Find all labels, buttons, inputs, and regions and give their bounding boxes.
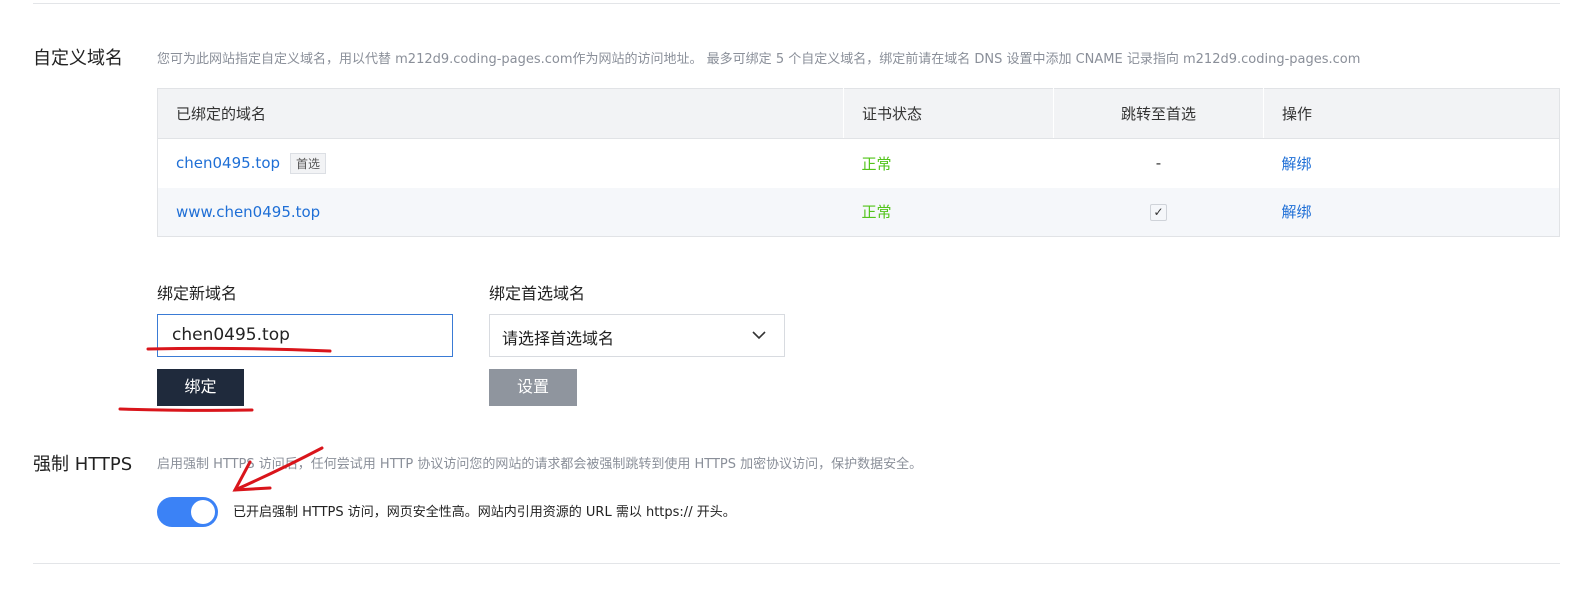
red-annotation-marks — [118, 346, 332, 492]
